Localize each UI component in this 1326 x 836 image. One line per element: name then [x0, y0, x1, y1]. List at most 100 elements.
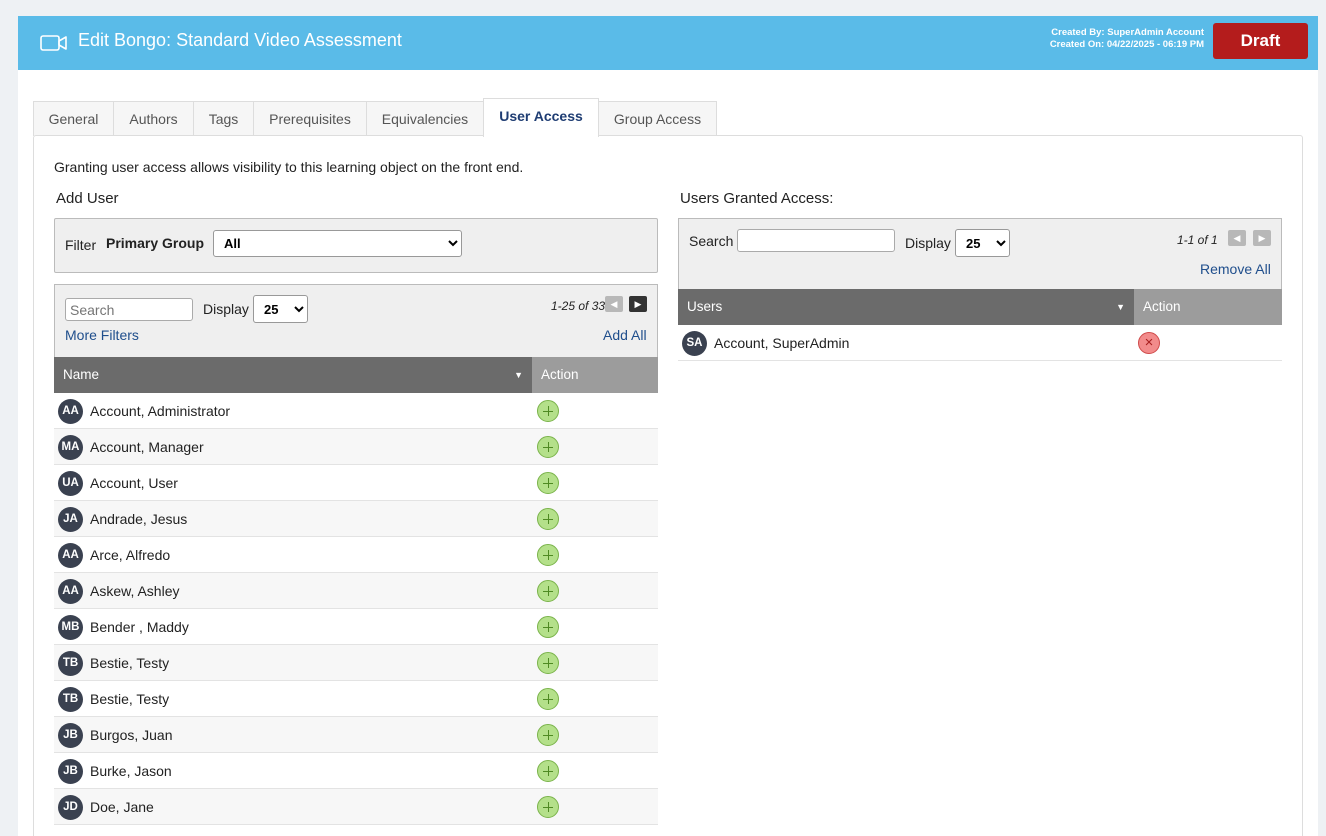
add-user-icon[interactable] — [537, 760, 559, 782]
granted-next-page-button[interactable]: ▶ — [1253, 230, 1271, 246]
more-filters-link[interactable]: More Filters — [65, 327, 139, 343]
add-user-icon[interactable] — [537, 508, 559, 530]
action-column-header: Action — [532, 357, 658, 393]
granted-table-header: Users ▼ Action — [678, 289, 1282, 325]
table-row: JB Burke, Jason — [54, 753, 658, 789]
granted-toolbar: Search Display 25 1-1 of 1 ◀ ▶ Remove Al… — [678, 218, 1282, 289]
granted-search-input[interactable] — [737, 229, 895, 252]
created-meta: Created By: SuperAdmin Account Created O… — [1050, 27, 1204, 51]
avatar: AA — [58, 579, 83, 604]
user-name: Andrade, Jesus — [90, 511, 188, 527]
user-access-panel: Granting user access allows visibility t… — [33, 135, 1303, 836]
add-all-link[interactable]: Add All — [603, 327, 647, 343]
created-on: Created On: 04/22/2025 - 06:19 PM — [1049, 39, 1204, 50]
display-label: Display — [203, 301, 249, 317]
remove-all-link[interactable]: Remove All — [1200, 261, 1271, 277]
user-name: Bestie, Testy — [90, 655, 170, 671]
granted-action-column-header: Action — [1134, 289, 1282, 325]
user-name: Account, SuperAdmin — [714, 335, 850, 351]
user-name: Askew, Ashley — [90, 583, 180, 599]
add-user-icon[interactable] — [537, 580, 559, 602]
tab-user-access[interactable]: User Access — [483, 98, 599, 137]
user-name: Bender , Maddy — [90, 619, 189, 635]
intro-text: Granting user access allows visibility t… — [54, 159, 524, 175]
granted-prev-page-button[interactable]: ◀ — [1228, 230, 1246, 246]
add-user-icon[interactable] — [537, 472, 559, 494]
tab-prerequisites[interactable]: Prerequisites — [253, 101, 367, 136]
page-title: Edit Bongo: Standard Video Assessment — [78, 30, 402, 50]
avatar: TB — [58, 651, 83, 676]
search-input[interactable] — [65, 298, 193, 321]
avatar: JA — [58, 507, 83, 532]
avatar: AA — [58, 543, 83, 568]
avatar: MB — [58, 615, 83, 640]
sort-down-icon: ▼ — [1116, 302, 1125, 312]
add-user-toolbar: Display 25 1-25 of 33 ◀ ▶ More Filters A… — [54, 284, 658, 357]
draft-status-button[interactable]: Draft — [1213, 23, 1308, 59]
user-name: Burgos, Juan — [90, 727, 173, 743]
add-user-icon[interactable] — [537, 688, 559, 710]
tab-tags[interactable]: Tags — [193, 101, 254, 136]
add-user-table-header: Name ▼ Action — [54, 357, 658, 393]
table-row: JD Doe, Jane — [54, 789, 658, 825]
add-user-icon[interactable] — [537, 616, 559, 638]
table-row: UA Account, User — [54, 465, 658, 501]
name-column-label: Name — [63, 367, 100, 382]
add-user-icon[interactable] — [537, 436, 559, 458]
primary-group-select[interactable]: All — [213, 230, 462, 257]
add-user-title: Add User — [56, 190, 119, 207]
avatar: JB — [58, 723, 83, 748]
add-user-icon[interactable] — [537, 400, 559, 422]
granted-search-label: Search — [689, 233, 734, 249]
prev-page-button[interactable]: ◀ — [605, 296, 623, 312]
table-row: AA Askew, Ashley — [54, 573, 658, 609]
table-row: JA Andrade, Jesus — [54, 501, 658, 537]
page-count: 1-25 of 33 — [551, 299, 606, 313]
primary-group-label: Primary Group — [106, 235, 205, 251]
title-bar: Edit Bongo: Standard Video Assessment Cr… — [18, 16, 1318, 70]
created-by: Created By: SuperAdmin Account — [1051, 27, 1204, 38]
granted-page-count: 1-1 of 1 — [1177, 233, 1218, 247]
user-name: Account, Administrator — [90, 403, 231, 419]
editor-window: Edit Bongo: Standard Video Assessment Cr… — [18, 16, 1318, 836]
table-row: MA Account, Manager — [54, 429, 658, 465]
add-user-icon[interactable] — [537, 796, 559, 818]
user-name: Arce, Alfredo — [90, 547, 171, 563]
tab-authors[interactable]: Authors — [113, 101, 194, 136]
table-row: JB Burgos, Juan — [54, 717, 658, 753]
table-row: TB Bestie, Testy — [54, 681, 658, 717]
name-column-header[interactable]: Name ▼ — [54, 357, 532, 393]
video-camera-icon — [40, 35, 67, 51]
display-count-select[interactable]: 25 — [253, 295, 308, 323]
avatar: MA — [58, 435, 83, 460]
avatar: AA — [58, 399, 83, 424]
add-user-icon[interactable] — [537, 724, 559, 746]
add-user-icon[interactable] — [537, 652, 559, 674]
filter-label: Filter — [65, 237, 97, 253]
next-page-button[interactable]: ▶ — [629, 296, 647, 312]
user-name: Bestie, Testy — [90, 691, 170, 707]
sort-down-icon: ▼ — [514, 370, 523, 380]
user-name: Burke, Jason — [90, 763, 172, 779]
avatar: UA — [58, 471, 83, 496]
tab-group-access[interactable]: Group Access — [598, 101, 717, 136]
table-row: MB Bender , Maddy — [54, 609, 658, 645]
tab-general[interactable]: General — [33, 101, 114, 136]
add-user-icon[interactable] — [537, 544, 559, 566]
tab-equivalencies[interactable]: Equivalencies — [366, 101, 484, 136]
granted-display-label: Display — [905, 235, 951, 251]
table-row: AA Account, Administrator — [54, 393, 658, 429]
avatar: SA — [682, 331, 707, 356]
user-name: Account, Manager — [90, 439, 204, 455]
remove-user-icon[interactable]: × — [1138, 332, 1160, 354]
filter-box: Filter Primary Group All — [54, 218, 658, 273]
user-name: Doe, Jane — [90, 799, 154, 815]
users-column-header[interactable]: Users ▼ — [678, 289, 1134, 325]
table-row: SA Account, SuperAdmin × — [678, 325, 1282, 361]
granted-display-select[interactable]: 25 — [955, 229, 1010, 257]
avatar: TB — [58, 687, 83, 712]
table-row: AA Arce, Alfredo — [54, 537, 658, 573]
users-column-label: Users — [687, 299, 723, 314]
table-row: TB Bestie, Testy — [54, 645, 658, 681]
avatar: JD — [58, 795, 83, 820]
